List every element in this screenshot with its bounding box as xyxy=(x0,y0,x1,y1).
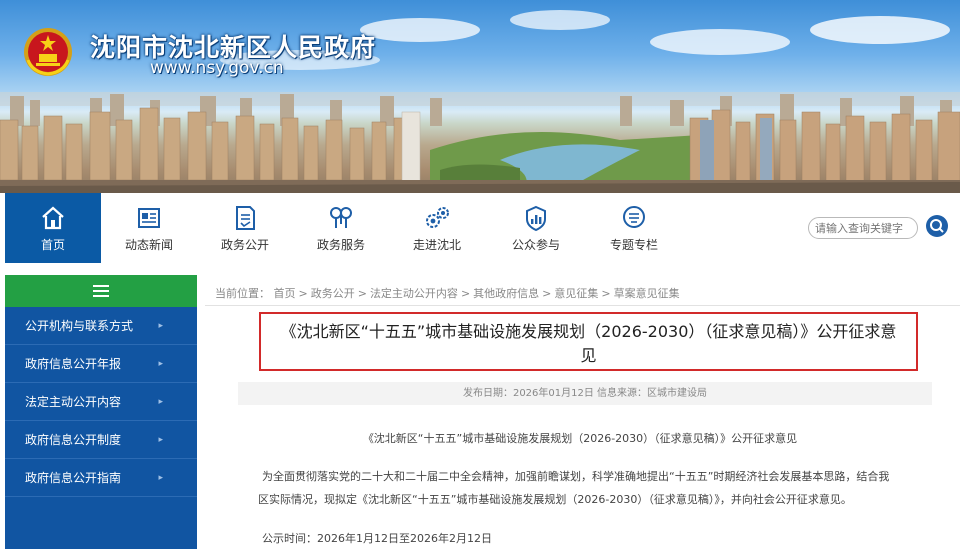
document-title: 《沈北新区“十五五”城市基础设施发展规划（2026-2030）（征求意见稿）》公… xyxy=(362,432,798,445)
menu-icon xyxy=(93,285,109,297)
nav-item-about[interactable]: 走进沈北 xyxy=(389,193,485,259)
sidebar-item-label: 政府信息公开制度 xyxy=(25,433,122,447)
publicity-period: 公示时间：2026年1月12日至2026年2月12日 xyxy=(262,532,492,545)
breadcrumb-link-draft-consultation[interactable]: 草案意见征集 xyxy=(614,287,680,300)
nav-label: 政务服务 xyxy=(316,238,365,252)
breadcrumb-prefix: 当前位置： xyxy=(215,287,270,300)
breadcrumb-link-other-info[interactable]: 其他政府信息 xyxy=(473,287,539,300)
nav-item-news[interactable]: 动态新闻 xyxy=(101,193,197,259)
breadcrumb-link-consultation[interactable]: 意见征集 xyxy=(554,287,598,300)
breadcrumb: 当前位置： 首页 > 政务公开 > 法定主动公开内容 > 其他政府信息 > 意见征集 > 草案意见征… xyxy=(215,285,680,301)
nav-label: 公众参与 xyxy=(511,238,560,252)
national-emblem-icon xyxy=(24,28,72,76)
site-url: www.nsy.gov.cn xyxy=(150,58,284,78)
nav-label: 动态新闻 xyxy=(124,238,173,252)
nav-label: 专题专栏 xyxy=(609,238,658,252)
search-icon xyxy=(930,219,944,233)
header-banner: 沈阳市沈北新区人民政府 www.nsy.gov.cn xyxy=(0,0,960,193)
search-input[interactable] xyxy=(808,217,918,239)
sidebar-item-disclosure-system[interactable]: 政府信息公开制度 ▸ xyxy=(5,421,197,459)
chevron-right-icon: ▸ xyxy=(158,359,163,369)
chevron-right-icon: ▸ xyxy=(158,321,163,331)
sidebar-item-annual-report[interactable]: 政府信息公开年报 ▸ xyxy=(5,345,197,383)
breadcrumb-divider xyxy=(205,305,960,306)
breadcrumb-separator: > xyxy=(298,287,308,300)
paragraph-line: 区实际情况，现拟定《沈北新区“十五五”城市基础设施发展规划（2026-2030）… xyxy=(258,493,852,506)
nav-label: 走进沈北 xyxy=(412,238,461,252)
paragraph-line: 为全面贯彻落实党的二十大和二十届二中全会精神，加强前瞻谋划，科学准确地提出“十五… xyxy=(262,470,890,483)
chevron-right-icon: ▸ xyxy=(158,473,163,483)
nav-item-public-participation[interactable]: 公众参与 xyxy=(488,193,584,259)
sidebar-item-statutory-content[interactable]: 法定主动公开内容 ▸ xyxy=(5,383,197,421)
breadcrumb-separator: > xyxy=(601,287,611,300)
nav-label: 首页 xyxy=(40,238,65,252)
breadcrumb-link-statutory[interactable]: 法定主动公开内容 xyxy=(370,287,458,300)
news-icon xyxy=(138,208,160,228)
column-icon xyxy=(623,206,645,228)
chevron-right-icon: ▸ xyxy=(158,435,163,445)
nav-item-gov-affairs[interactable]: 政务公开 xyxy=(197,193,293,259)
gears-icon xyxy=(426,207,449,228)
home-icon xyxy=(42,206,64,230)
nav-item-special-column[interactable]: 专题专栏 xyxy=(586,193,682,259)
sidebar-item-label: 政府信息公开年报 xyxy=(25,357,122,371)
nav-label: 政务公开 xyxy=(220,238,269,252)
nav-item-home[interactable]: 首页 xyxy=(5,193,101,263)
sidebar-menu-toggle[interactable] xyxy=(5,275,197,307)
chart-shield-icon xyxy=(526,205,546,232)
chevron-right-icon: ▸ xyxy=(158,397,163,407)
sidebar-item-label: 公开机构与联系方式 xyxy=(25,319,134,333)
breadcrumb-separator: > xyxy=(460,287,471,300)
sidebar-item-agencies-contacts[interactable]: 公开机构与联系方式 ▸ xyxy=(5,307,197,345)
article-title: 《沈北新区“十五五”城市基础设施发展规划（2026-2030）（征求意见稿）》公… xyxy=(259,312,918,371)
sidebar-item-label: 法定主动公开内容 xyxy=(25,395,122,409)
breadcrumb-link-gov-affairs[interactable]: 政务公开 xyxy=(311,287,355,300)
article-paragraph: 为全面贯彻落实党的二十大和二十届二中全会精神，加强前瞻谋划，科学准确地提出“十五… xyxy=(258,465,942,511)
nav-item-gov-service[interactable]: 政务服务 xyxy=(293,193,389,259)
breadcrumb-link-home[interactable]: 首页 xyxy=(274,287,296,300)
breadcrumb-separator: > xyxy=(357,287,367,300)
sidebar-item-disclosure-guide[interactable]: 政府信息公开指南 ▸ xyxy=(5,459,197,497)
document-icon xyxy=(236,206,255,230)
service-icon xyxy=(330,207,352,228)
article-meta: 发布日期：2026年01月12日 信息来源：区城市建设局 xyxy=(238,382,932,405)
search-button[interactable] xyxy=(926,215,948,237)
sidebar-item-label: 政府信息公开指南 xyxy=(25,471,122,485)
sidebar: 公开机构与联系方式 ▸ 政府信息公开年报 ▸ 法定主动公开内容 ▸ 政府信息公开… xyxy=(5,275,197,549)
breadcrumb-separator: > xyxy=(542,287,552,300)
